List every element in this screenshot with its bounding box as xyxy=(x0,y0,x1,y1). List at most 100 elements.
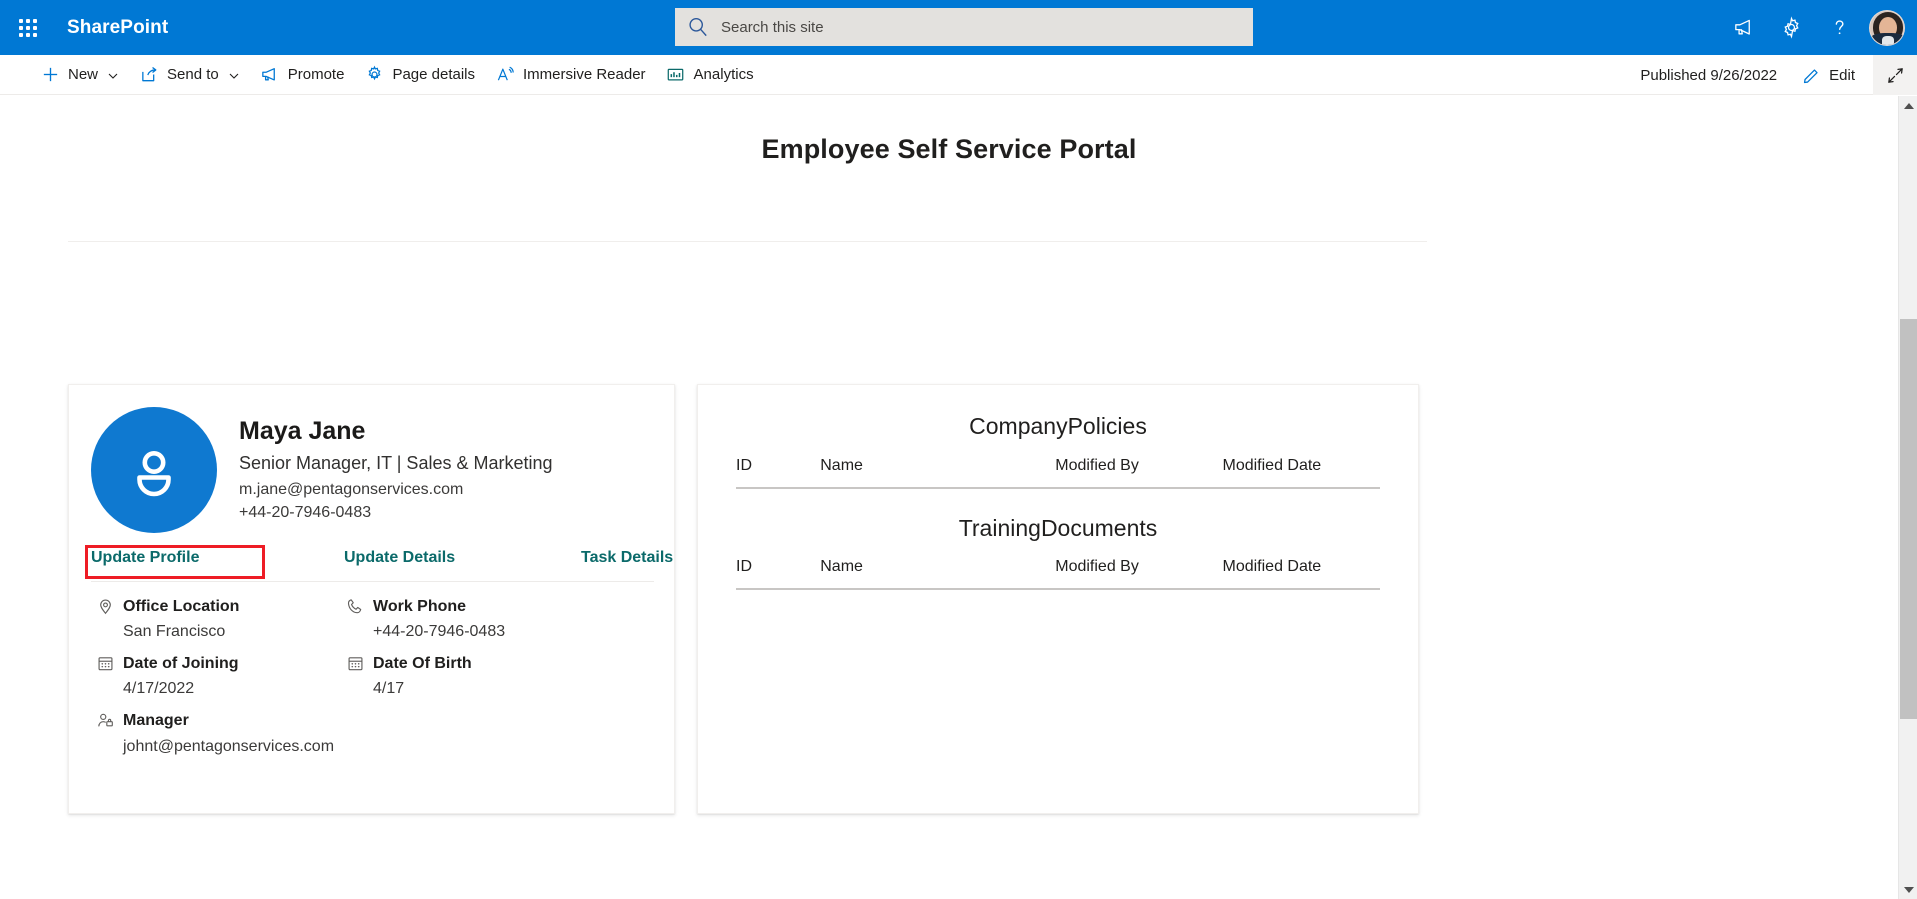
top-divider xyxy=(68,241,1427,242)
column-header-modified-by[interactable]: Modified By xyxy=(1055,456,1223,489)
field-manager-value: johnt@pentagonservices.com xyxy=(123,737,335,755)
search-box[interactable] xyxy=(675,8,1253,46)
field-date-of-birth-label: Date Of Birth xyxy=(373,655,472,673)
vertical-scrollbar[interactable] xyxy=(1898,96,1917,899)
training-documents-table: ID Name Modified By Modified Date xyxy=(736,558,1380,591)
field-manager: Manager johnt@pentagonservices.com xyxy=(97,711,597,756)
column-header-id[interactable]: ID xyxy=(736,558,821,591)
immersive-reader-label: Immersive Reader xyxy=(523,66,646,83)
company-policies-table-head: ID Name Modified By Modified Date xyxy=(736,456,1380,489)
send-to-button[interactable]: Send to xyxy=(129,55,250,95)
page-details-label: Page details xyxy=(392,66,475,83)
search-input[interactable] xyxy=(719,8,1241,46)
immersive-reader-icon xyxy=(495,65,515,85)
column-header-id[interactable]: ID xyxy=(736,456,821,489)
field-date-of-joining-value: 4/17/2022 xyxy=(123,680,195,698)
field-date-of-joining-label: Date of Joining xyxy=(123,655,239,673)
task-details-link[interactable]: Task Details xyxy=(581,549,673,567)
location-pin-icon xyxy=(97,598,114,615)
field-office-location-head: Office Location xyxy=(97,597,347,616)
phone-icon xyxy=(347,598,364,615)
profile-links-divider xyxy=(91,581,654,582)
promote-button[interactable]: Promote xyxy=(250,55,355,95)
employee-profile-card: Maya Jane Senior Manager, IT | Sales & M… xyxy=(68,384,675,814)
employee-job-title: Senior Manager, IT | Sales & Marketing xyxy=(239,452,553,473)
field-date-of-birth-value: 4/17 xyxy=(373,680,405,698)
training-documents-table-head: ID Name Modified By Modified Date xyxy=(736,558,1380,591)
company-policies-title: CompanyPolicies xyxy=(969,413,1147,439)
web-part-row: Maya Jane Senior Manager, IT | Sales & M… xyxy=(68,384,1428,814)
field-manager-head: Manager xyxy=(97,711,597,730)
analytics-chart-icon xyxy=(666,65,686,85)
profile-header: Maya Jane Senior Manager, IT | Sales & M… xyxy=(69,385,674,533)
employee-phone: +44-20-7946-0483 xyxy=(239,504,372,522)
manager-person-icon xyxy=(97,712,114,729)
new-label: New xyxy=(68,66,99,83)
page-details-button[interactable]: Page details xyxy=(354,55,485,95)
field-office-location-value: San Francisco xyxy=(123,623,226,641)
megaphone-icon xyxy=(260,65,280,85)
update-profile-link[interactable]: Update Profile xyxy=(85,545,266,579)
suite-bar-actions xyxy=(1719,0,1911,55)
column-header-name[interactable]: Name xyxy=(820,456,1056,489)
scrollbar-thumb[interactable] xyxy=(1900,319,1917,719)
update-details-link[interactable]: Update Details xyxy=(344,549,455,567)
field-office-location: Office Location San Francisco xyxy=(97,597,347,642)
suite-bar: SharePoint xyxy=(0,0,1917,55)
training-documents-title: TrainingDocuments xyxy=(958,514,1158,541)
column-header-modified-date[interactable]: Modified Date xyxy=(1222,456,1380,489)
field-work-phone-label: Work Phone xyxy=(373,598,467,615)
training-documents-block: TrainingDocuments ID Name Modified By Mo… xyxy=(698,489,1418,591)
field-office-location-label: Office Location xyxy=(123,598,240,615)
help-icon[interactable] xyxy=(1815,4,1863,52)
field-date-of-joining-head: Date of Joining xyxy=(97,654,347,673)
published-status: Published 9/26/2022 xyxy=(1640,66,1778,84)
command-bar: New Send to Promote Page details Immersi… xyxy=(0,55,1917,95)
field-work-phone-head: Work Phone xyxy=(347,597,597,616)
pencil-icon xyxy=(1801,65,1821,85)
page-canvas: Employee Self Service Portal Maya Jane S… xyxy=(0,96,1898,899)
calendar-icon xyxy=(97,655,114,672)
scroll-up-arrow[interactable] xyxy=(1899,96,1917,115)
megaphone-icon[interactable] xyxy=(1719,4,1767,52)
chevron-down-icon xyxy=(228,69,240,81)
column-header-modified-by[interactable]: Modified By xyxy=(1055,558,1223,591)
column-header-modified-date[interactable]: Modified Date xyxy=(1222,558,1380,591)
promote-label: Promote xyxy=(287,66,345,83)
employee-name: Maya Jane xyxy=(239,417,366,445)
avatar-collar xyxy=(1882,35,1894,45)
table-header-row: ID Name Modified By Modified Date xyxy=(736,558,1380,591)
send-to-label: Send to xyxy=(167,66,219,83)
search-icon xyxy=(687,16,709,38)
column-header-name[interactable]: Name xyxy=(820,558,1056,591)
field-date-of-joining: Date of Joining 4/17/2022 xyxy=(97,654,347,699)
analytics-button[interactable]: Analytics xyxy=(656,55,764,95)
person-avatar-icon xyxy=(91,407,217,533)
profile-action-links: Update Profile Update Details Task Detai… xyxy=(85,545,673,579)
edit-button[interactable]: Edit xyxy=(1791,55,1865,95)
scroll-up-arrow-glyph xyxy=(1903,102,1914,109)
profile-detail-grid: Office Location San Francisco Work Phone… xyxy=(97,597,637,757)
field-work-phone-value: +44-20-7946-0483 xyxy=(373,623,506,641)
employee-email: m.jane@pentagonservices.com xyxy=(239,481,464,499)
user-avatar[interactable] xyxy=(1863,4,1911,52)
immersive-reader-button[interactable]: Immersive Reader xyxy=(485,55,656,95)
chevron-down-icon xyxy=(107,69,119,81)
command-bar-right: Published 9/26/2022 Edit xyxy=(1640,55,1917,95)
sharepoint-brand-link[interactable]: SharePoint xyxy=(67,17,168,39)
analytics-label: Analytics xyxy=(693,66,754,83)
table-header-row: ID Name Modified By Modified Date xyxy=(736,456,1380,489)
new-button[interactable]: New xyxy=(30,55,129,95)
app-launcher-waffle-icon[interactable] xyxy=(0,0,55,55)
field-work-phone: Work Phone +44-20-7946-0483 xyxy=(347,597,597,642)
scroll-down-arrow-glyph xyxy=(1903,886,1914,893)
field-date-of-birth: Date Of Birth 4/17 xyxy=(347,654,597,699)
plus-icon xyxy=(40,65,60,85)
document-lists-card: CompanyPolicies ID Name Modified By Modi… xyxy=(697,384,1419,814)
gear-icon xyxy=(364,65,384,85)
scroll-down-arrow[interactable] xyxy=(1899,880,1917,899)
gear-icon[interactable] xyxy=(1767,4,1815,52)
field-date-of-birth-head: Date Of Birth xyxy=(347,654,597,673)
profile-meta: Maya Jane Senior Manager, IT | Sales & M… xyxy=(239,407,553,533)
collapse-arrows-icon[interactable] xyxy=(1873,55,1917,95)
